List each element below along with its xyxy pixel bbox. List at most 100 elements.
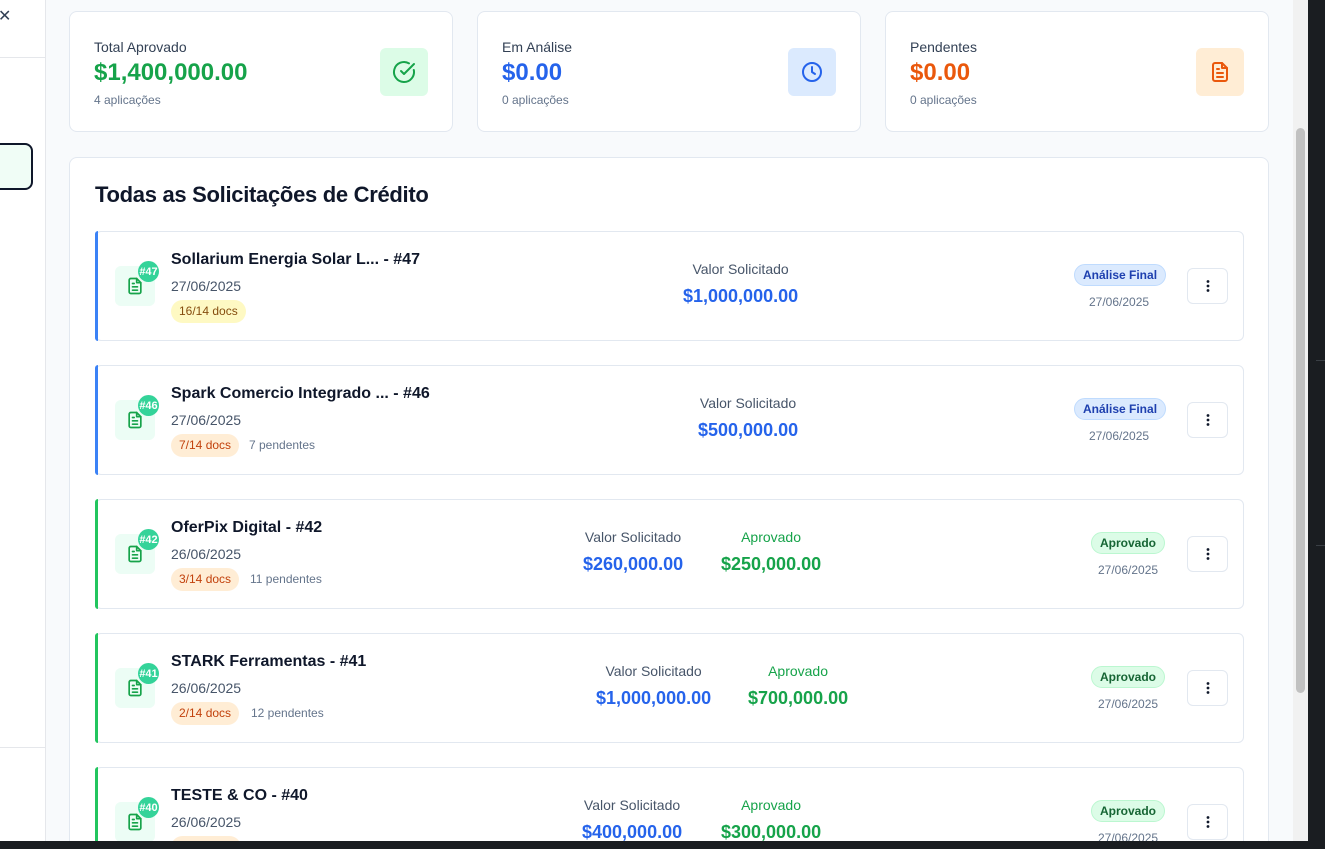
status-date: 27/06/2025: [1098, 563, 1159, 577]
status-badge: Análise Final: [1074, 398, 1167, 420]
requested-amount: $1,000,000.00: [596, 688, 712, 708]
more-vertical-icon: [1206, 414, 1209, 426]
request-number-badge: #41: [138, 663, 159, 684]
request-company-name: Spark Comercio Integrado ... - #46: [171, 385, 430, 402]
status-date: 27/06/2025: [1098, 697, 1159, 711]
credit-requests-panel: Todas as Solicitações de Crédito #47 Sol…: [69, 157, 1269, 841]
status-accent-bar: [95, 231, 98, 341]
window-edge-mark: [1316, 545, 1325, 546]
more-vertical-icon: [1206, 816, 1209, 828]
approved-amount-block: Aprovado $700,000.00: [748, 663, 848, 709]
status-date: 27/06/2025: [1089, 295, 1150, 309]
status-accent-bar: [95, 767, 98, 841]
requested-label: Valor Solicitado: [605, 663, 702, 679]
requested-amount-block: Valor Solicitado $500,000.00: [698, 395, 798, 441]
stat-amount: $0.00: [910, 59, 971, 86]
request-date: 26/06/2025: [171, 680, 242, 696]
approved-label: Aprovado: [768, 663, 829, 679]
status-accent-bar: [95, 633, 98, 743]
check-circle-icon: [380, 48, 428, 96]
sidebar-divider: [0, 747, 45, 748]
status-badge: Análise Final: [1074, 264, 1167, 286]
sidebar-divider: [0, 57, 45, 58]
sidebar-item-active[interactable]: [0, 143, 33, 190]
request-card[interactable]: #42 OferPix Digital - #42 26/06/2025 3/1…: [95, 499, 1244, 609]
request-date: 26/06/2025: [171, 814, 242, 830]
file-text-icon: [1196, 48, 1244, 96]
more-vertical-icon: [1206, 548, 1209, 560]
request-date: 27/06/2025: [171, 412, 242, 428]
requested-amount: $400,000.00: [582, 822, 683, 841]
stat-sub: 0 aplicações: [910, 93, 977, 107]
more-vertical-icon: [1206, 280, 1209, 292]
status-badge: Aprovado: [1091, 800, 1166, 822]
stat-sub: 4 aplicações: [94, 93, 161, 107]
approved-amount-block: Aprovado $250,000.00: [721, 529, 821, 575]
clock-icon: [788, 48, 836, 96]
approved-label: Aprovado: [741, 529, 802, 545]
request-company-name: OferPix Digital - #42: [171, 519, 323, 536]
request-card[interactable]: #47 Sollarium Energia Solar L... - #47 2…: [95, 231, 1244, 341]
request-company-name: Sollarium Energia Solar L... - #47: [171, 251, 420, 268]
approved-amount: $300,000.00: [721, 822, 822, 841]
more-actions-button[interactable]: [1187, 536, 1228, 572]
status-date: 27/06/2025: [1089, 429, 1150, 443]
stat-card-pending: Pendentes $0.00 0 aplicações: [885, 11, 1269, 132]
more-actions-button[interactable]: [1187, 670, 1228, 706]
requested-amount-block: Valor Solicitado $400,000.00: [582, 797, 682, 841]
stat-amount: $1,400,000.00: [94, 59, 248, 86]
status-accent-bar: [95, 499, 98, 609]
request-card[interactable]: #40 TESTE & CO - #40 26/06/2025 Valor So…: [95, 767, 1244, 841]
panel-title: Todas as Solicitações de Crédito: [95, 182, 429, 207]
request-company-name: TESTE & CO - #40: [171, 787, 308, 804]
docs-count-badge: 16/14 docs: [171, 300, 246, 323]
stat-card-total-approved: Total Aprovado $1,400,000.00 4 aplicaçõe…: [69, 11, 453, 132]
window-edge-mark: [1316, 360, 1325, 361]
request-date: 26/06/2025: [171, 546, 242, 562]
status-date: 27/06/2025: [1098, 831, 1159, 841]
pending-count: 7 pendentes: [249, 438, 316, 452]
docs-count-badge: [171, 836, 241, 841]
request-card[interactable]: #46 Spark Comercio Integrado ... - #46 2…: [95, 365, 1244, 475]
requested-label: Valor Solicitado: [583, 797, 681, 813]
request-number-badge: #40: [138, 797, 159, 818]
more-actions-button[interactable]: [1187, 402, 1228, 438]
approved-label: Aprovado: [741, 797, 802, 813]
app-window: ✕ Total Aprovado $1,400,000.00 4 aplicaç…: [0, 0, 1308, 841]
stat-label: Total Aprovado: [94, 39, 187, 55]
stat-label: Pendentes: [910, 39, 977, 55]
requested-amount: $500,000.00: [698, 420, 799, 440]
request-number-badge: #47: [138, 261, 159, 282]
more-vertical-icon: [1206, 682, 1209, 694]
request-date: 27/06/2025: [171, 278, 242, 294]
pending-count: 11 pendentes: [250, 572, 322, 586]
docs-count-badge: 7/14 docs: [171, 434, 240, 457]
pending-count: 12 pendentes: [251, 706, 324, 720]
approved-amount: $700,000.00: [748, 688, 849, 708]
status-badge: Aprovado: [1091, 532, 1166, 554]
requested-amount: $1,000,000.00: [683, 286, 799, 306]
more-actions-button[interactable]: [1187, 804, 1228, 840]
more-actions-button[interactable]: [1187, 268, 1228, 304]
approved-amount: $250,000.00: [721, 554, 822, 574]
scrollbar-thumb[interactable]: [1296, 128, 1305, 693]
requested-amount-block: Valor Solicitado $260,000.00: [583, 529, 683, 575]
stat-label: Em Análise: [502, 39, 573, 55]
vertical-scrollbar[interactable]: [1293, 0, 1308, 841]
requested-amount-block: Valor Solicitado $1,000,000.00: [596, 663, 711, 709]
docs-count-badge: 2/14 docs: [171, 702, 240, 725]
request-number-badge: #42: [138, 529, 159, 550]
stat-amount: $0.00: [502, 59, 563, 86]
stat-card-in-analysis: Em Análise $0.00 0 aplicações: [477, 11, 861, 132]
close-sidebar-icon[interactable]: ✕: [0, 6, 11, 26]
sidebar: ✕: [0, 0, 46, 841]
requested-label: Valor Solicitado: [584, 529, 682, 545]
requested-label: Valor Solicitado: [692, 261, 789, 277]
status-accent-bar: [95, 365, 98, 475]
requested-amount: $260,000.00: [583, 554, 684, 574]
approved-amount-block: Aprovado $300,000.00: [721, 797, 821, 841]
request-card[interactable]: #41 STARK Ferramentas - #41 26/06/2025 2…: [95, 633, 1244, 743]
requested-label: Valor Solicitado: [699, 395, 797, 411]
requested-amount-block: Valor Solicitado $1,000,000.00: [683, 261, 798, 307]
request-number-badge: #46: [138, 395, 159, 416]
